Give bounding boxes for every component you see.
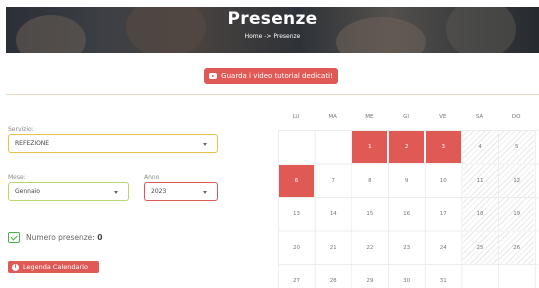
calendar-day-15[interactable]: 15 xyxy=(352,198,388,230)
mese-value: Gennaio xyxy=(15,188,40,195)
calendar-day-21[interactable]: 21 xyxy=(315,231,351,264)
chevron-down-icon xyxy=(203,191,207,194)
calendar-day-14[interactable]: 14 xyxy=(315,198,351,230)
servizio-value: REFEZIONE xyxy=(15,140,50,147)
presenze-count: 0 xyxy=(97,233,103,242)
weekday-header-ma: MA xyxy=(328,114,337,120)
servizio-select[interactable]: REFEZIONE xyxy=(8,134,218,153)
hero-banner: Presenze Home -> Presenze xyxy=(6,7,539,53)
calendar-day-16[interactable]: 16 xyxy=(389,198,425,230)
anno-label: Anno xyxy=(144,174,160,181)
calendar-day-4[interactable]: 4 xyxy=(462,131,498,163)
calendar-day-13[interactable]: 13 xyxy=(279,198,314,230)
calendar-day-27[interactable]: 27 xyxy=(279,265,314,288)
mese-select[interactable]: Gennaio xyxy=(8,182,129,201)
calendar-day-12[interactable]: 12 xyxy=(499,164,535,197)
calendar-day-30[interactable]: 30 xyxy=(389,265,425,288)
calendar-day-29[interactable]: 29 xyxy=(352,265,388,288)
calendar-day-5[interactable]: 5 xyxy=(499,131,535,163)
calendar-day-7[interactable]: 7 xyxy=(315,164,351,197)
calendar-day-23[interactable]: 23 xyxy=(389,231,425,264)
weekday-header-lu: LU xyxy=(292,114,300,120)
calendar-day-24[interactable]: 24 xyxy=(425,231,461,264)
calendar-day-1[interactable]: 1 xyxy=(352,131,388,163)
calendar-day-3[interactable]: 3 xyxy=(425,131,461,163)
calendar-day-19[interactable]: 19 xyxy=(499,198,535,230)
mese-label: Mese: xyxy=(8,174,26,181)
calendar-day-18[interactable]: 18 xyxy=(462,198,498,230)
calendar-day-11[interactable]: 11 xyxy=(462,164,498,197)
chevron-down-icon xyxy=(114,191,118,194)
calendar-empty-cell xyxy=(462,265,498,288)
calendar-day-10[interactable]: 10 xyxy=(425,164,461,197)
calendar-day-9[interactable]: 9 xyxy=(389,164,425,197)
calendar-day-17[interactable]: 17 xyxy=(425,198,461,230)
page-title: Presenze xyxy=(227,9,318,29)
calendar-empty-cell xyxy=(499,265,535,288)
weekday-header-do: DO xyxy=(511,114,521,120)
calendar-day-28[interactable]: 28 xyxy=(315,265,351,288)
anno-select[interactable]: 2023 xyxy=(144,182,218,201)
weekday-header-gi: GI xyxy=(403,114,410,120)
chevron-down-icon xyxy=(203,143,207,146)
youtube-icon xyxy=(209,73,218,79)
calendar-day-31[interactable]: 31 xyxy=(425,265,461,288)
section-divider xyxy=(6,94,539,95)
anno-value: 2023 xyxy=(151,188,167,195)
info-icon: i xyxy=(12,263,19,271)
calendar-empty-cell xyxy=(279,131,314,163)
presenze-count-text: Numero presenze: 0 xyxy=(26,233,102,242)
calendar-day-6[interactable]: 6 xyxy=(279,164,314,197)
presenze-label: Numero presenze: xyxy=(26,233,95,242)
calendar-day-26[interactable]: 26 xyxy=(499,231,535,264)
weekday-header-me: ME xyxy=(365,114,374,120)
legend-button-label: Legenda Calendario xyxy=(23,263,88,271)
calendar-day-2[interactable]: 2 xyxy=(389,131,425,163)
tutorial-video-button[interactable]: Guarda i video tutorial dedicati! xyxy=(204,68,338,84)
weekday-header-ve: VE xyxy=(439,114,447,120)
weekday-header-sa: SA xyxy=(475,114,484,120)
breadcrumb[interactable]: Home -> Presenze xyxy=(6,33,539,40)
tutorial-button-label: Guarda i video tutorial dedicati! xyxy=(221,72,333,80)
calendar-day-25[interactable]: 25 xyxy=(462,231,498,264)
calendar-check-icon xyxy=(8,232,20,243)
calendar-empty-cell xyxy=(315,131,351,163)
servizio-label: Servizio: xyxy=(8,126,34,133)
calendar-day-8[interactable]: 8 xyxy=(352,164,388,197)
legend-button[interactable]: i Legenda Calendario xyxy=(8,261,99,273)
calendar-day-20[interactable]: 20 xyxy=(279,231,314,264)
calendar-day-22[interactable]: 22 xyxy=(352,231,388,264)
